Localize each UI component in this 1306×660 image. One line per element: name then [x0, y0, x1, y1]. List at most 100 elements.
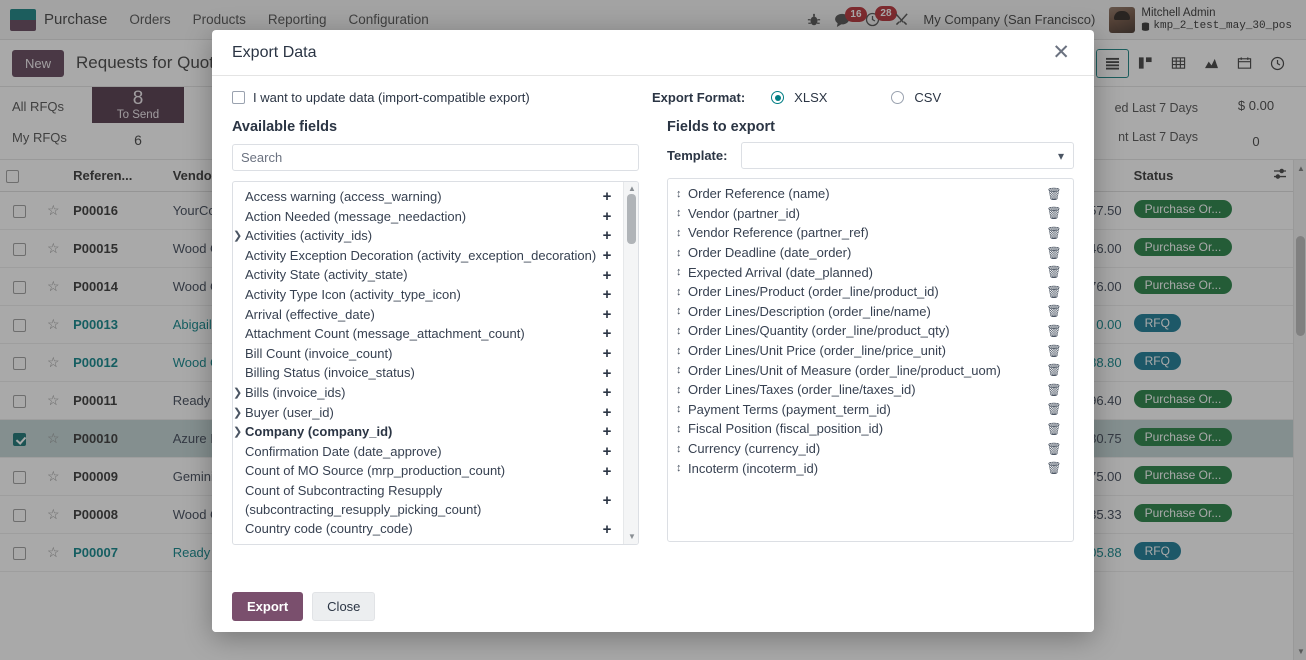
add-field-icon[interactable]: +	[598, 208, 616, 225]
drag-handle-icon[interactable]: ↕	[676, 443, 688, 455]
export-fields-list[interactable]: ↕ Order Reference (name) 🗑 ↕ Vendor (partner…	[667, 178, 1074, 542]
export-field-row[interactable]: ↕ Order Deadline (date_order) 🗑	[668, 243, 1073, 263]
available-fields-scrollbar[interactable]: ▲ ▼	[623, 182, 638, 544]
delete-field-icon[interactable]: 🗑	[1045, 363, 1063, 377]
drag-handle-icon[interactable]: ↕	[676, 266, 688, 278]
export-field-row[interactable]: ↕ Currency (currency_id) 🗑	[668, 439, 1073, 459]
available-scroll-thumb[interactable]	[627, 194, 636, 244]
export-field-row[interactable]: ↕ Order Lines/Unit Price (order_line/pric…	[668, 341, 1073, 361]
available-field-row[interactable]: ❯ Activities (activity_ids) +	[233, 226, 622, 246]
add-field-icon[interactable]: +	[598, 423, 616, 440]
available-field-row[interactable]: Arrival (effective_date) +	[233, 305, 622, 325]
drag-handle-icon[interactable]: ↕	[676, 188, 688, 200]
delete-field-icon[interactable]: 🗑	[1045, 324, 1063, 338]
delete-field-icon[interactable]: 🗑	[1045, 265, 1063, 279]
export-field-row[interactable]: ↕ Order Lines/Taxes (order_line/taxes_id)…	[668, 380, 1073, 400]
delete-field-icon[interactable]: 🗑	[1045, 344, 1063, 358]
template-select[interactable]: ▾	[741, 142, 1074, 169]
export-field-row[interactable]: ↕ Order Lines/Description (order_line/nam…	[668, 302, 1073, 322]
update-data-checkbox[interactable]	[232, 91, 245, 104]
add-field-icon[interactable]: +	[598, 325, 616, 342]
available-field-row[interactable]: Confirmation Date (date_approve) +	[233, 442, 622, 462]
export-field-row[interactable]: ↕ Order Lines/Quantity (order_line/produc…	[668, 321, 1073, 341]
export-field-row[interactable]: ↕ Vendor Reference (partner_ref) 🗑	[668, 223, 1073, 243]
drag-handle-icon[interactable]: ↕	[676, 286, 688, 298]
format-option-csv[interactable]: CSV	[891, 90, 941, 105]
delete-field-icon[interactable]: 🗑	[1045, 246, 1063, 260]
add-field-icon[interactable]: +	[598, 247, 616, 264]
export-field-row[interactable]: ↕ Fiscal Position (fiscal_position_id) 🗑	[668, 419, 1073, 439]
add-field-icon[interactable]: +	[598, 384, 616, 401]
add-field-icon[interactable]: +	[598, 492, 616, 509]
add-field-icon[interactable]: +	[598, 188, 616, 205]
chevron-right-icon[interactable]: ❯	[233, 229, 245, 242]
close-button[interactable]: Close	[312, 591, 376, 621]
drag-handle-icon[interactable]: ↕	[676, 364, 688, 376]
available-field-row[interactable]: Activity Type Icon (activity_type_icon) +	[233, 285, 622, 305]
add-field-icon[interactable]: +	[598, 463, 616, 480]
available-field-row[interactable]: Access warning (access_warning) +	[233, 187, 622, 207]
drag-handle-icon[interactable]: ↕	[676, 227, 688, 239]
drag-handle-icon[interactable]: ↕	[676, 423, 688, 435]
export-button[interactable]: Export	[232, 591, 304, 621]
add-field-icon[interactable]: +	[598, 404, 616, 421]
available-scroll-up-arrow[interactable]: ▲	[628, 185, 636, 193]
add-field-icon[interactable]: +	[598, 267, 616, 284]
drag-handle-icon[interactable]: ↕	[676, 403, 688, 415]
available-field-row[interactable]: ❯ Bills (invoice_ids) +	[233, 383, 622, 403]
delete-field-icon[interactable]: 🗑	[1045, 402, 1063, 416]
available-field-row[interactable]: Activity Exception Decoration (activity_…	[233, 246, 622, 266]
available-field-row[interactable]: ❯ Buyer (user_id) +	[233, 403, 622, 423]
delete-field-icon[interactable]: 🗑	[1045, 442, 1063, 456]
available-field-row[interactable]: Billing Status (invoice_status) +	[233, 363, 622, 383]
chevron-right-icon[interactable]: ❯	[233, 406, 245, 419]
available-field-row[interactable]: Attachment Count (message_attachment_cou…	[233, 324, 622, 344]
available-field-row[interactable]: ❯ Company (company_id) +	[233, 422, 622, 442]
available-field-row[interactable]: Action Needed (message_needaction) +	[233, 207, 622, 227]
add-field-icon[interactable]: +	[598, 521, 616, 538]
export-field-row[interactable]: ↕ Order Reference (name) 🗑	[668, 184, 1073, 204]
delete-field-icon[interactable]: 🗑	[1045, 383, 1063, 397]
available-field-row[interactable]: Count of Subcontracting Resupply (subcon…	[233, 481, 622, 519]
available-field-row[interactable]: Count of MO Source (mrp_production_count…	[233, 461, 622, 481]
available-field-row[interactable]: Activity State (activity_state) +	[233, 265, 622, 285]
available-field-row[interactable]: Bill Count (invoice_count) +	[233, 344, 622, 364]
add-field-icon[interactable]: +	[598, 286, 616, 303]
delete-field-icon[interactable]: 🗑	[1045, 187, 1063, 201]
close-icon[interactable]: ✕	[1048, 40, 1074, 65]
delete-field-icon[interactable]: 🗑	[1045, 206, 1063, 220]
export-field-row[interactable]: ↕ Incoterm (incoterm_id) 🗑	[668, 458, 1073, 478]
chevron-right-icon[interactable]: ❯	[233, 386, 245, 399]
export-field-row[interactable]: ↕ Payment Terms (payment_term_id) 🗑	[668, 400, 1073, 420]
export-field-row[interactable]: ↕ Expected Arrival (date_planned) 🗑	[668, 262, 1073, 282]
xlsx-radio[interactable]	[771, 91, 785, 104]
available-fields-list[interactable]: Access warning (access_warning) + Action N…	[232, 181, 639, 545]
drag-handle-icon[interactable]: ↕	[676, 247, 688, 259]
available-scroll-down-arrow[interactable]: ▼	[628, 533, 636, 541]
csv-radio[interactable]	[891, 91, 905, 104]
delete-field-icon[interactable]: 🗑	[1045, 304, 1063, 318]
update-data-option[interactable]: I want to update data (import-compatible…	[232, 90, 652, 105]
drag-handle-icon[interactable]: ↕	[676, 305, 688, 317]
chevron-right-icon[interactable]: ❯	[233, 425, 245, 438]
delete-field-icon[interactable]: 🗑	[1045, 226, 1063, 240]
available-field-row[interactable]: Country code (country_code) +	[233, 519, 622, 539]
export-field-row[interactable]: ↕ Order Lines/Unit of Measure (order_line…	[668, 360, 1073, 380]
format-option-xlsx[interactable]: XLSX	[771, 90, 827, 105]
search-input[interactable]	[232, 144, 639, 171]
add-field-icon[interactable]: +	[598, 306, 616, 323]
export-field-row[interactable]: ↕ Order Lines/Product (order_line/product…	[668, 282, 1073, 302]
add-field-icon[interactable]: +	[598, 443, 616, 460]
add-field-icon[interactable]: +	[598, 227, 616, 244]
drag-handle-icon[interactable]: ↕	[676, 325, 688, 337]
drag-handle-icon[interactable]: ↕	[676, 384, 688, 396]
delete-field-icon[interactable]: 🗑	[1045, 461, 1063, 475]
add-field-icon[interactable]: +	[598, 345, 616, 362]
delete-field-icon[interactable]: 🗑	[1045, 285, 1063, 299]
export-field-row[interactable]: ↕ Vendor (partner_id) 🗑	[668, 204, 1073, 224]
drag-handle-icon[interactable]: ↕	[676, 345, 688, 357]
add-field-icon[interactable]: +	[598, 365, 616, 382]
drag-handle-icon[interactable]: ↕	[676, 207, 688, 219]
delete-field-icon[interactable]: 🗑	[1045, 422, 1063, 436]
drag-handle-icon[interactable]: ↕	[676, 462, 688, 474]
